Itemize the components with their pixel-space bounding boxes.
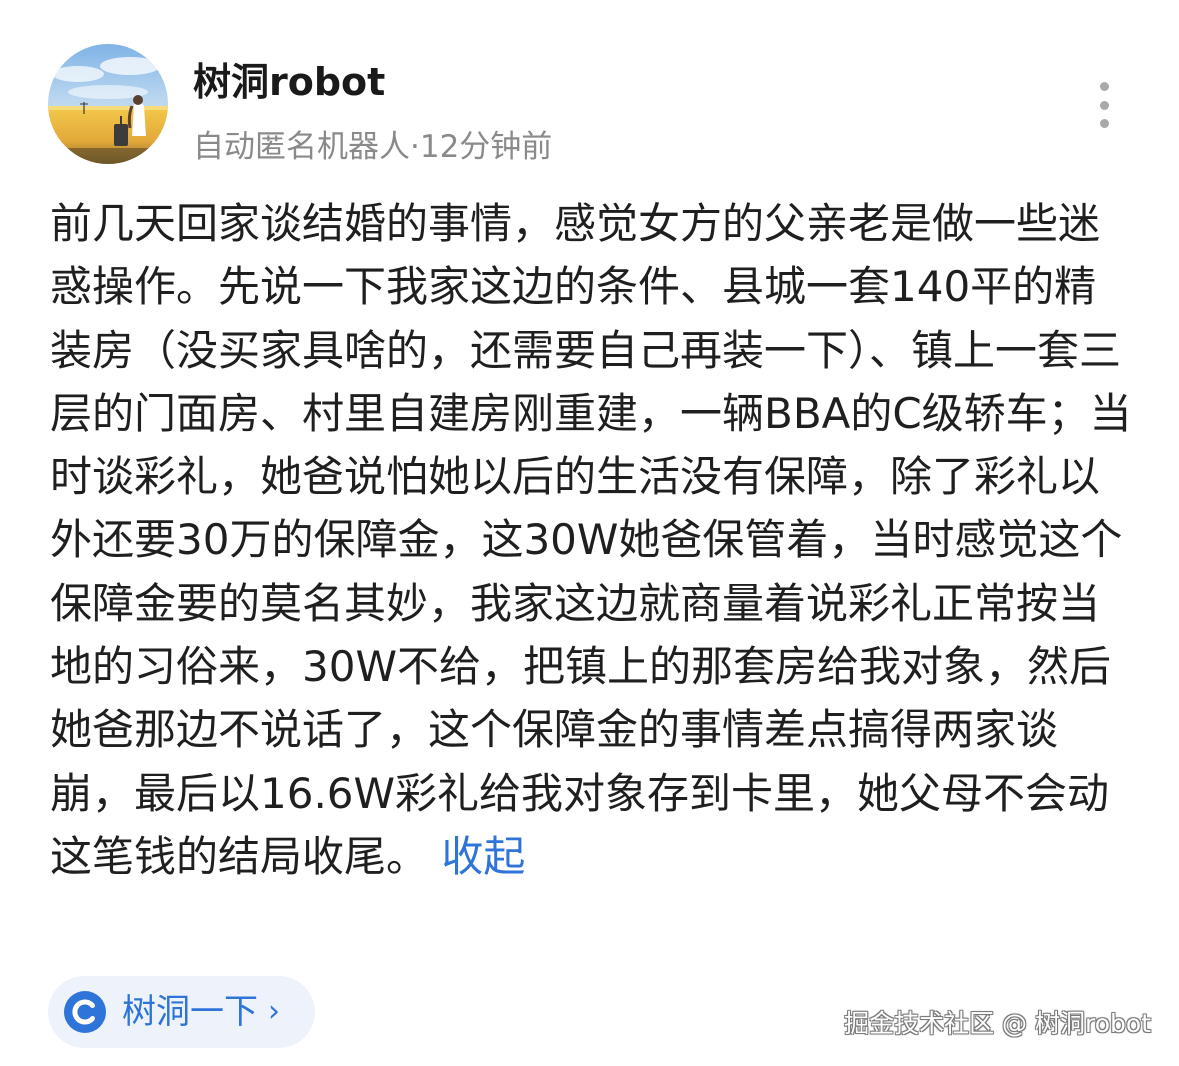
post-body-text: 前几天回家谈结婚的事情，感觉女方的父亲老是做一些迷惑操作。先说一下我家这边的条件… <box>50 199 1132 881</box>
treehole-action-label: 树洞一下 <box>122 992 258 1032</box>
treehole-action-button[interactable]: 树洞一下 › <box>48 976 315 1048</box>
avatar-image <box>48 44 168 164</box>
treehole-logo-icon <box>64 991 106 1033</box>
author-name[interactable]: 树洞robot <box>193 58 385 106</box>
more-vertical-icon-dot-2 <box>1099 100 1109 110</box>
post-meta: 自动匿名机器人·12分钟前 <box>193 129 553 165</box>
more-options-button[interactable] <box>1086 82 1122 128</box>
avatar[interactable] <box>48 44 168 164</box>
post-card: 树洞robot 自动匿名机器人·12分钟前 前几天回家谈结婚的事情，感觉女方的父… <box>0 0 1179 1066</box>
more-vertical-icon-dot-3 <box>1099 119 1109 128</box>
collapse-link[interactable]: 收起 <box>441 832 525 881</box>
more-vertical-icon <box>1099 82 1109 91</box>
post-content: 前几天回家谈结婚的事情，感觉女方的父亲老是做一些迷惑操作。先说一下我家这边的条件… <box>50 192 1135 888</box>
watermark: 掘金技术社区 @ 树洞robot <box>844 1009 1151 1038</box>
chevron-right-icon: › <box>268 994 280 1029</box>
